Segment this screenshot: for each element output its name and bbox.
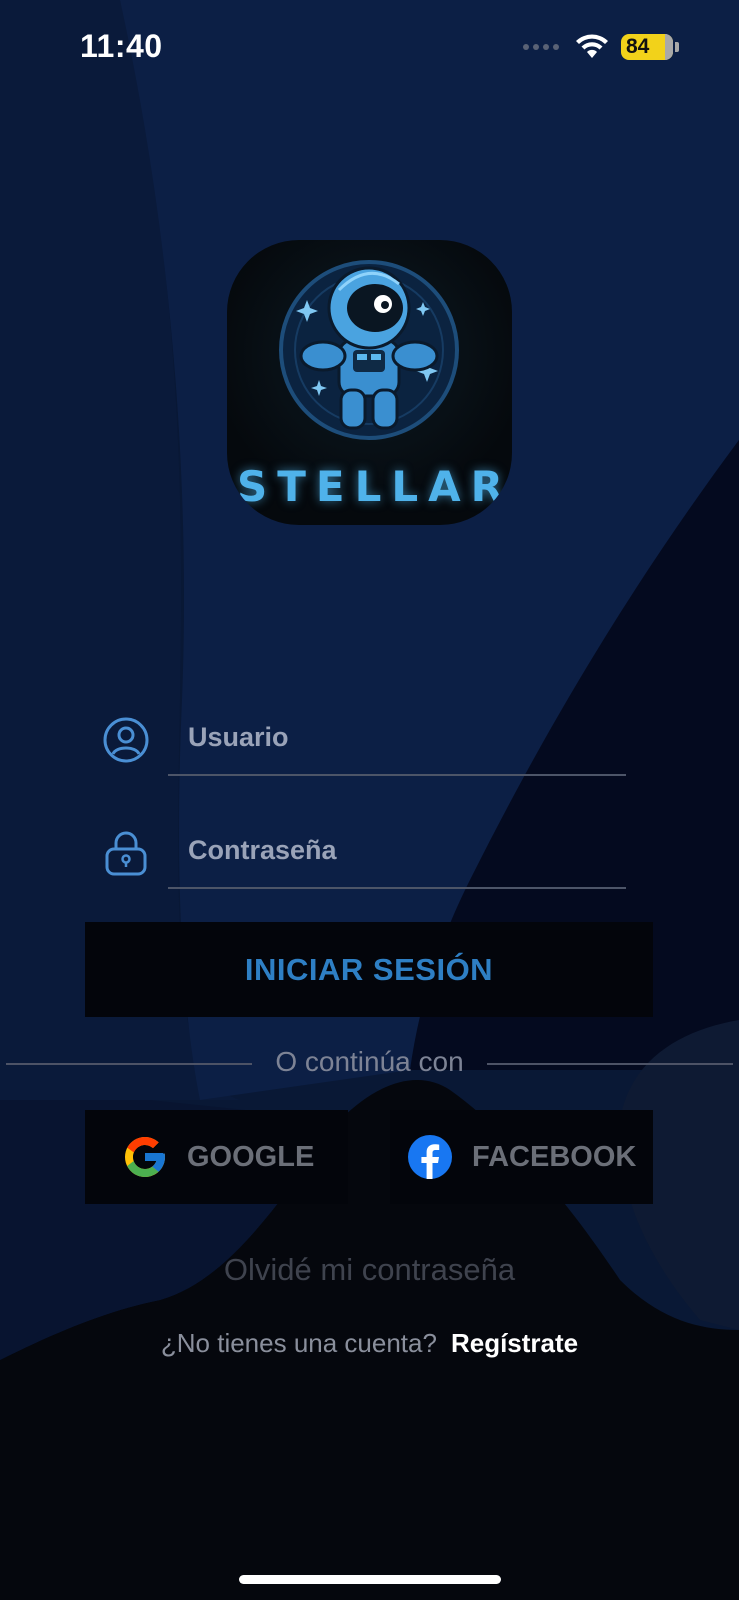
battery-cap xyxy=(675,42,679,52)
google-icon xyxy=(125,1137,165,1177)
forgot-password-link[interactable]: Olvidé mi contraseña xyxy=(0,1252,739,1288)
signup-link[interactable]: Regístrate xyxy=(451,1328,578,1358)
signup-question: ¿No tienes una cuenta? xyxy=(160,1328,437,1358)
home-indicator xyxy=(239,1575,501,1584)
password-field xyxy=(102,813,628,893)
facebook-login-button[interactable]: FACEBOOK xyxy=(390,1110,653,1204)
battery-level: 84 xyxy=(626,35,650,58)
divider-line-right xyxy=(487,1063,733,1065)
password-underline xyxy=(168,887,626,889)
signup-prompt: ¿No tienes una cuenta? Regístrate xyxy=(0,1328,739,1359)
username-underline xyxy=(168,774,626,776)
app-logo: STELLAR xyxy=(227,240,512,525)
battery-icon: 84 xyxy=(621,34,673,60)
username-field xyxy=(102,700,628,780)
status-icons: 84 xyxy=(523,34,679,60)
lock-icon xyxy=(105,831,147,876)
divider-line-left xyxy=(6,1063,252,1065)
google-login-button[interactable]: GOOGLE xyxy=(85,1110,348,1204)
facebook-label: FACEBOOK xyxy=(472,1140,637,1173)
cellular-signal-icon xyxy=(523,44,559,50)
facebook-icon xyxy=(408,1135,452,1179)
login-button[interactable]: INICIAR SESIÓN xyxy=(85,922,653,1017)
wifi-icon xyxy=(576,34,608,58)
divider-text: O continúa con xyxy=(275,1046,464,1077)
brand-wordmark: STELLAR xyxy=(237,462,512,511)
social-divider: O continúa con xyxy=(0,1042,739,1086)
password-input[interactable] xyxy=(168,825,628,875)
google-label: GOOGLE xyxy=(187,1140,315,1173)
status-time: 11:40 xyxy=(80,28,163,64)
user-icon xyxy=(103,717,149,763)
username-input[interactable] xyxy=(168,712,628,762)
